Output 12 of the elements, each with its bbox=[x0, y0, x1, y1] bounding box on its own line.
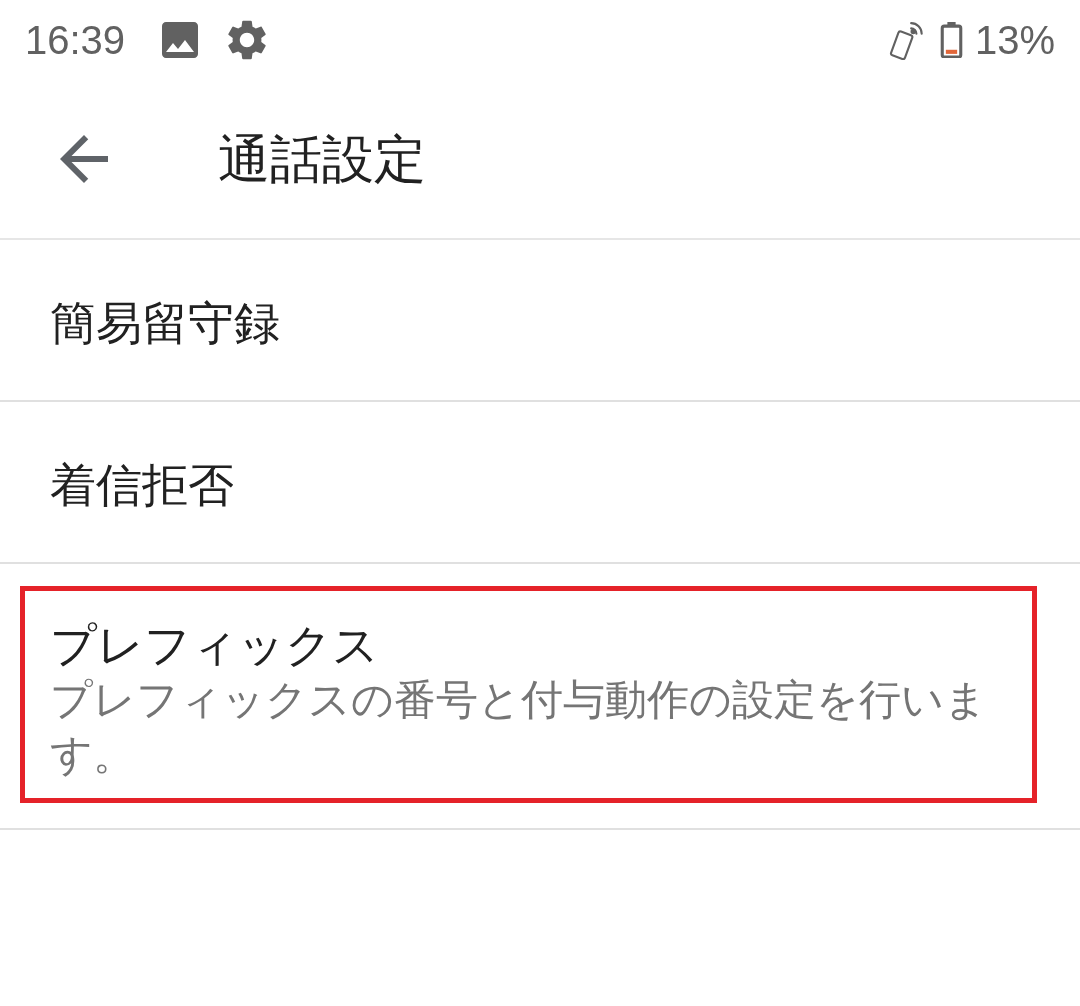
setting-item-title[interactable]: 着信拒否 bbox=[50, 458, 1007, 514]
battery-icon bbox=[939, 22, 963, 58]
back-arrow-icon bbox=[60, 135, 108, 183]
setting-item-title[interactable]: 簡易留守録 bbox=[50, 296, 1007, 352]
settings-icon bbox=[227, 20, 268, 60]
battery-percent: 13% bbox=[974, 20, 1055, 60]
screen-title: 通話設定 bbox=[218, 127, 426, 191]
setting-item-title[interactable]: プレフィックス bbox=[50, 618, 1007, 674]
status-time: 16:39 bbox=[25, 20, 126, 60]
image-icon bbox=[162, 22, 199, 58]
setting-item-summary: プレフィックスの番号と付与動作の設定を行います。 bbox=[50, 674, 988, 781]
back-button[interactable] bbox=[60, 135, 108, 183]
